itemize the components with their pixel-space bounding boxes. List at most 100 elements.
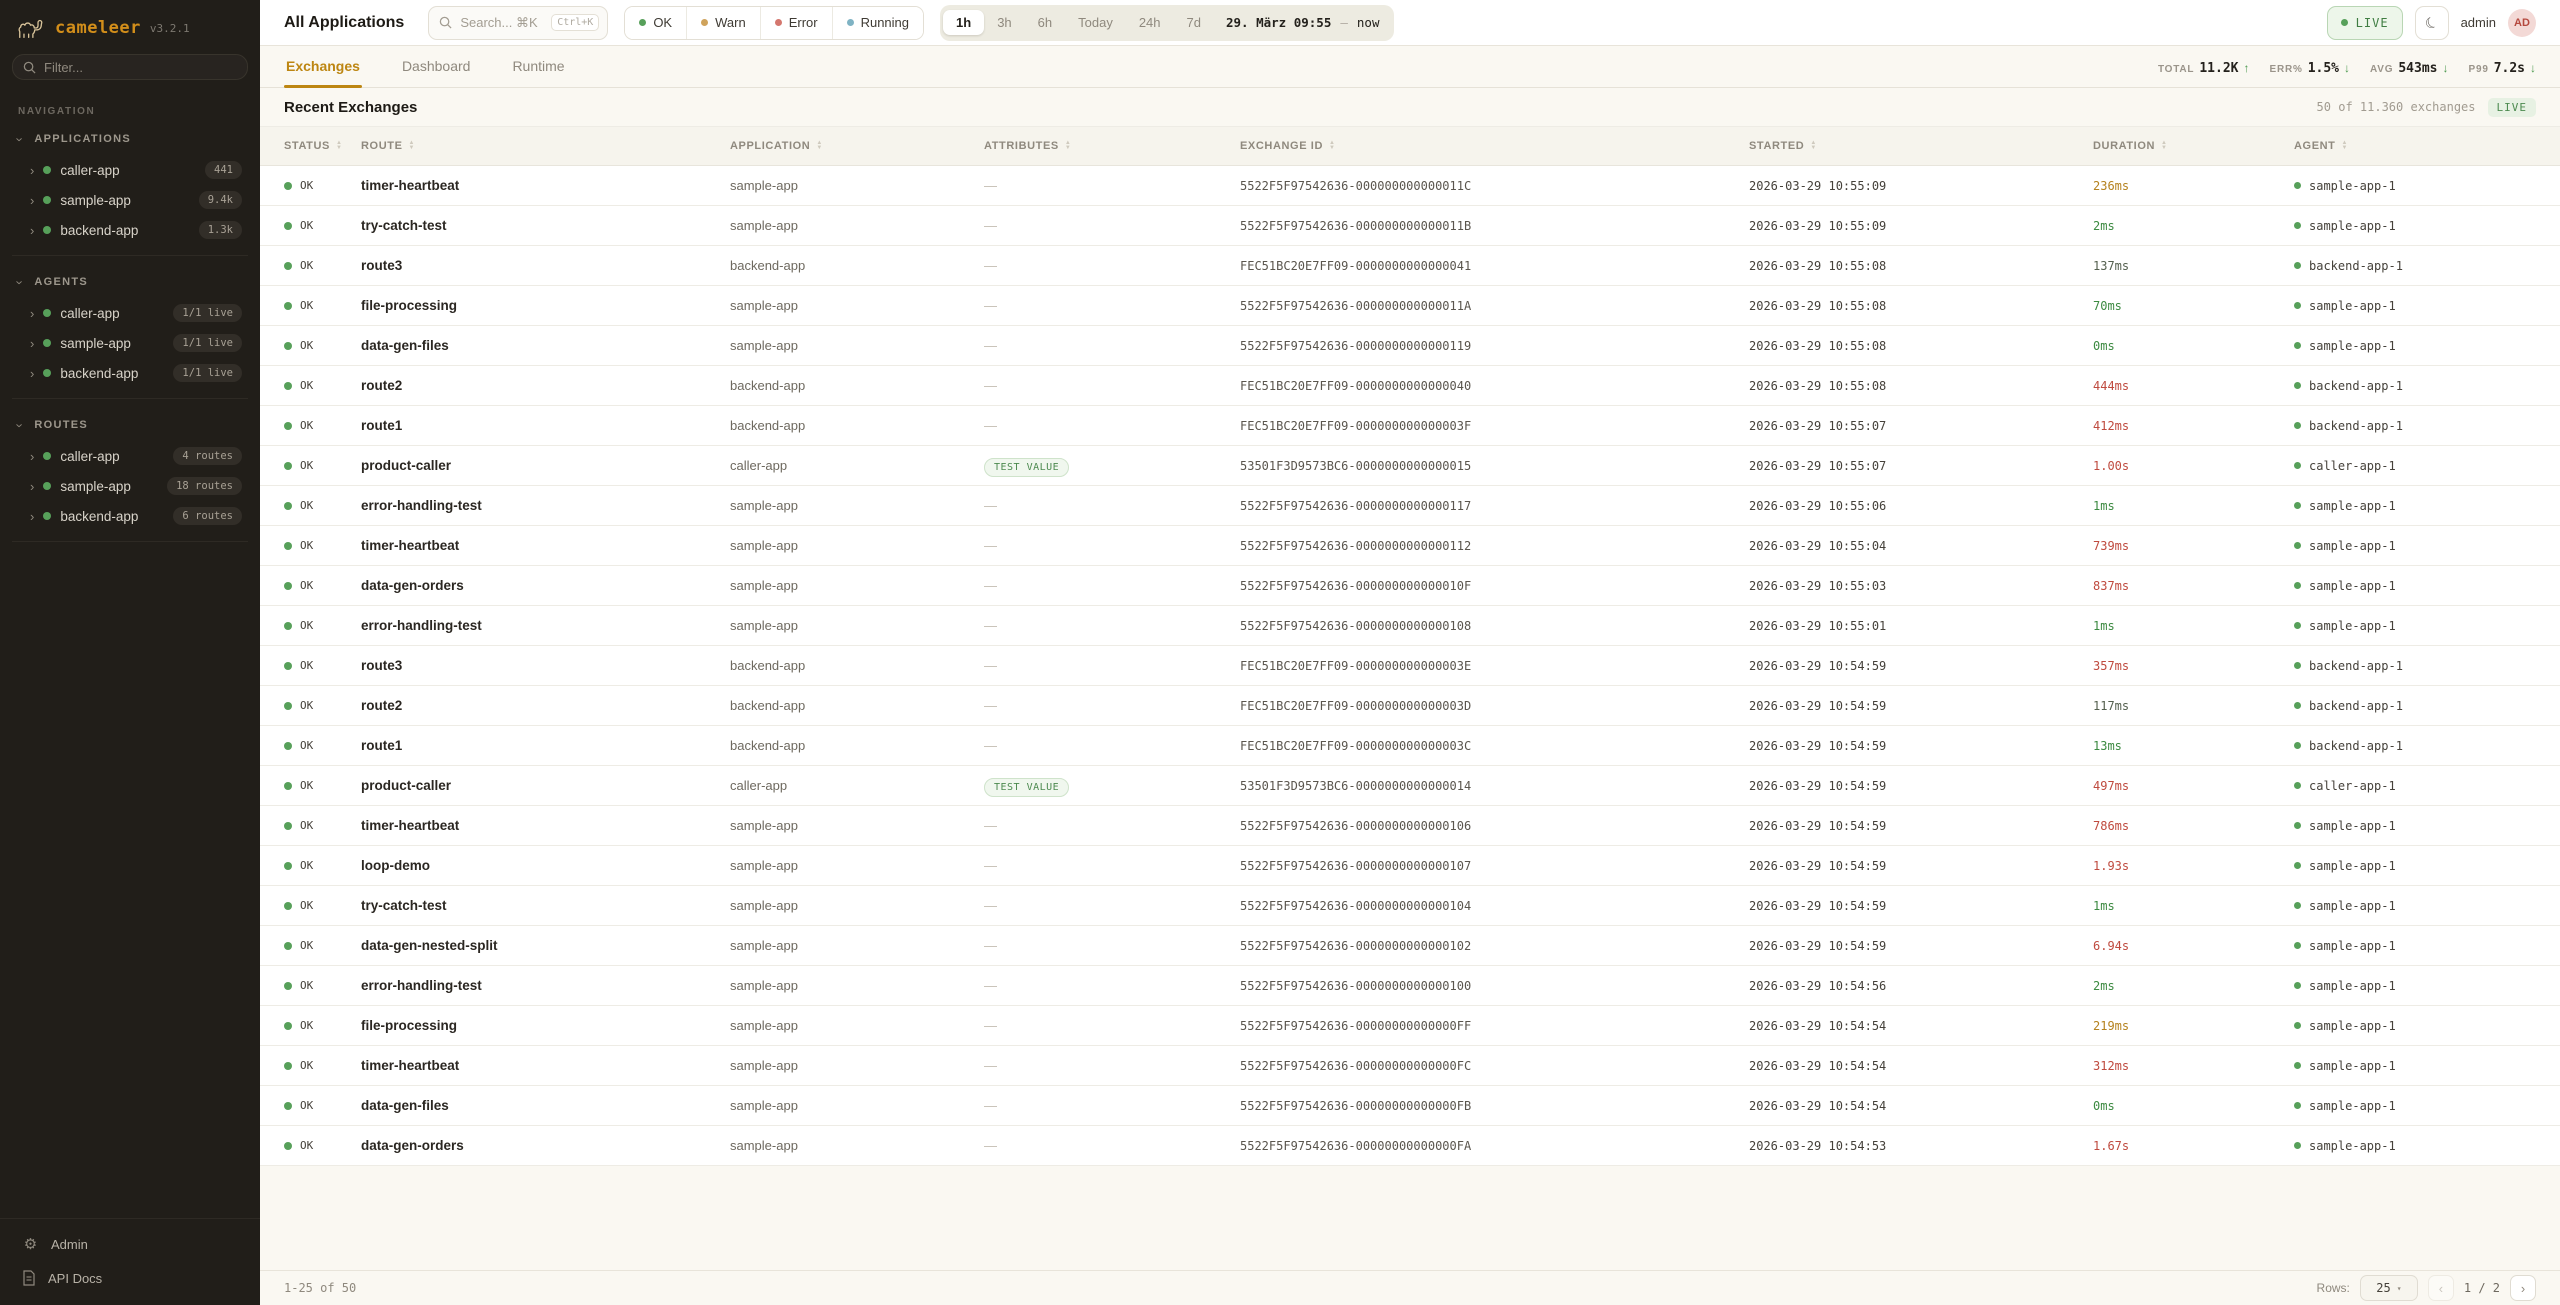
cell-route: data-gen-orders: [361, 578, 730, 593]
sidebar-item-routes-caller-app[interactable]: ›caller-app4 routes: [12, 441, 248, 471]
cell-duration: 2ms: [2093, 219, 2294, 233]
table-row[interactable]: OKtimer-heartbeatsample-app—5522F5F97542…: [260, 1046, 2560, 1086]
sidebar-filter-input[interactable]: [44, 60, 237, 75]
sidebar-item-applications-sample-app[interactable]: ›sample-app9.4k: [12, 185, 248, 215]
table-row[interactable]: OKproduct-callercaller-appTEST VALUE5350…: [260, 766, 2560, 806]
time-range-1h[interactable]: 1h: [943, 10, 984, 35]
tab-runtime[interactable]: Runtime: [510, 58, 566, 87]
sidebar-group-header-applications[interactable]: ›APPLICATIONS: [12, 123, 248, 155]
column-header-route[interactable]: ROUTE▲▼: [361, 140, 730, 152]
sidebar-group-header-routes[interactable]: ›ROUTES: [12, 409, 248, 441]
table-row[interactable]: OKproduct-callercaller-appTEST VALUE5350…: [260, 446, 2560, 486]
sidebar-item-agents-backend-app[interactable]: ›backend-app1/1 live: [12, 358, 248, 388]
time-range-24h[interactable]: 24h: [1126, 10, 1174, 35]
sidebar-item-applications-backend-app[interactable]: ›backend-app1.3k: [12, 215, 248, 245]
cell-exchange-id: 5522F5F97542636-0000000000000112: [1240, 539, 1749, 553]
time-range-7d[interactable]: 7d: [1174, 10, 1214, 35]
table-row[interactable]: OKdata-gen-nested-splitsample-app—5522F5…: [260, 926, 2560, 966]
table-row[interactable]: OKtry-catch-testsample-app—5522F5F975426…: [260, 886, 2560, 926]
sidebar-item-agents-caller-app[interactable]: ›caller-app1/1 live: [12, 298, 248, 328]
column-header-started[interactable]: STARTED▲▼: [1749, 140, 2093, 152]
table-row[interactable]: OKtry-catch-testsample-app—5522F5F975426…: [260, 206, 2560, 246]
table-row[interactable]: OKerror-handling-testsample-app—5522F5F9…: [260, 486, 2560, 526]
cell-attributes: —: [984, 697, 1240, 715]
cell-duration: 1.67s: [2093, 1139, 2294, 1153]
main-area: All Applications Ctrl+K OKWarnErrorRunni…: [260, 0, 2560, 1305]
table-row[interactable]: OKroute1backend-app—FEC51BC20E7FF09-0000…: [260, 406, 2560, 446]
cell-attributes: —: [984, 1097, 1240, 1115]
sidebar-group-header-agents[interactable]: ›AGENTS: [12, 266, 248, 298]
time-range-3h[interactable]: 3h: [984, 10, 1024, 35]
filter-chip-warn[interactable]: Warn: [687, 7, 761, 39]
table-row[interactable]: OKloop-demosample-app—5522F5F97542636-00…: [260, 846, 2560, 886]
global-search[interactable]: Ctrl+K: [428, 6, 608, 40]
avatar[interactable]: AD: [2508, 9, 2536, 37]
cell-started: 2026-03-29 10:55:08: [1749, 379, 2093, 393]
sidebar-item-badge: 6 routes: [173, 507, 242, 525]
global-search-input[interactable]: [460, 15, 543, 30]
cell-status: OK: [284, 539, 361, 552]
column-header-exchange-id[interactable]: EXCHANGE ID▲▼: [1240, 140, 1749, 152]
sidebar-item-api-docs[interactable]: API Docs: [12, 1261, 248, 1295]
sidebar-filter[interactable]: [12, 54, 248, 80]
status-label: OK: [300, 539, 313, 552]
cell-status: OK: [284, 419, 361, 432]
sidebar-item-badge: 4 routes: [173, 447, 242, 465]
cell-status: OK: [284, 819, 361, 832]
table-row[interactable]: OKfile-processingsample-app—5522F5F97542…: [260, 1006, 2560, 1046]
table-row[interactable]: OKerror-handling-testsample-app—5522F5F9…: [260, 966, 2560, 1006]
agent-name: sample-app-1: [2309, 619, 2396, 633]
prev-page-button[interactable]: ‹: [2428, 1275, 2454, 1301]
trend-down-icon: ↓: [2442, 61, 2448, 75]
cell-route: product-caller: [361, 458, 730, 473]
cell-attributes: —: [984, 417, 1240, 435]
live-toggle-button[interactable]: LIVE: [2327, 6, 2403, 40]
sidebar-item-agents-sample-app[interactable]: ›sample-app1/1 live: [12, 328, 248, 358]
subbar: ExchangesDashboardRuntime TOTAL11.2K↑ERR…: [260, 46, 2560, 88]
column-header-agent[interactable]: AGENT▲▼: [2294, 140, 2536, 152]
table-row[interactable]: OKtimer-heartbeatsample-app—5522F5F97542…: [260, 166, 2560, 206]
cell-attributes: —: [984, 537, 1240, 555]
sidebar-item-applications-caller-app[interactable]: ›caller-app441: [12, 155, 248, 185]
table-row[interactable]: OKroute2backend-app—FEC51BC20E7FF09-0000…: [260, 366, 2560, 406]
tab-dashboard[interactable]: Dashboard: [400, 58, 473, 87]
table-row[interactable]: OKtimer-heartbeatsample-app—5522F5F97542…: [260, 806, 2560, 846]
cell-status: OK: [284, 379, 361, 392]
table-row[interactable]: OKtimer-heartbeatsample-app—5522F5F97542…: [260, 526, 2560, 566]
table-row[interactable]: OKdata-gen-orderssample-app—5522F5F97542…: [260, 1126, 2560, 1166]
filter-chip-running[interactable]: Running: [833, 7, 923, 39]
time-range-today[interactable]: Today: [1065, 10, 1126, 35]
table-row[interactable]: OKroute3backend-app—FEC51BC20E7FF09-0000…: [260, 246, 2560, 286]
column-header-application[interactable]: APPLICATION▲▼: [730, 140, 984, 152]
rows-per-page-select[interactable]: 25 ▾: [2360, 1275, 2418, 1301]
column-header-status[interactable]: STATUS▲▼: [284, 140, 361, 152]
sidebar-item-routes-backend-app[interactable]: ›backend-app6 routes: [12, 501, 248, 531]
agent-name: backend-app-1: [2309, 379, 2403, 393]
table-row[interactable]: OKdata-gen-filessample-app—5522F5F975426…: [260, 326, 2560, 366]
cell-duration: 1.93s: [2093, 859, 2294, 873]
sidebar-item-routes-sample-app[interactable]: ›sample-app18 routes: [12, 471, 248, 501]
tab-exchanges[interactable]: Exchanges: [284, 58, 362, 87]
table-row[interactable]: OKdata-gen-orderssample-app—5522F5F97542…: [260, 566, 2560, 606]
filter-chip-error[interactable]: Error: [761, 7, 833, 39]
table-row[interactable]: OKerror-handling-testsample-app—5522F5F9…: [260, 606, 2560, 646]
cell-duration: 1ms: [2093, 899, 2294, 913]
sidebar-item-admin[interactable]: ⚙ Admin: [12, 1227, 248, 1261]
table-row[interactable]: OKroute3backend-app—FEC51BC20E7FF09-0000…: [260, 646, 2560, 686]
agent-name: sample-app-1: [2309, 499, 2396, 513]
table-row[interactable]: OKroute1backend-app—FEC51BC20E7FF09-0000…: [260, 726, 2560, 766]
dark-mode-toggle[interactable]: ☾: [2415, 6, 2449, 40]
time-range-custom[interactable]: 29. März 09:55 — now: [1214, 15, 1391, 30]
document-icon: [22, 1270, 36, 1286]
column-header-attributes[interactable]: ATTRIBUTES▲▼: [984, 140, 1240, 152]
column-header-duration[interactable]: DURATION▲▼: [2093, 140, 2294, 152]
next-page-button[interactable]: ›: [2510, 1275, 2536, 1301]
time-range-6h[interactable]: 6h: [1025, 10, 1065, 35]
filter-chip-ok[interactable]: OK: [625, 7, 687, 39]
cell-started: 2026-03-29 10:55:08: [1749, 259, 2093, 273]
table-row[interactable]: OKdata-gen-filessample-app—5522F5F975426…: [260, 1086, 2560, 1126]
status-dot-icon: [43, 512, 51, 520]
table-row[interactable]: OKfile-processingsample-app—5522F5F97542…: [260, 286, 2560, 326]
cell-attributes: TEST VALUE: [984, 457, 1240, 475]
table-row[interactable]: OKroute2backend-app—FEC51BC20E7FF09-0000…: [260, 686, 2560, 726]
